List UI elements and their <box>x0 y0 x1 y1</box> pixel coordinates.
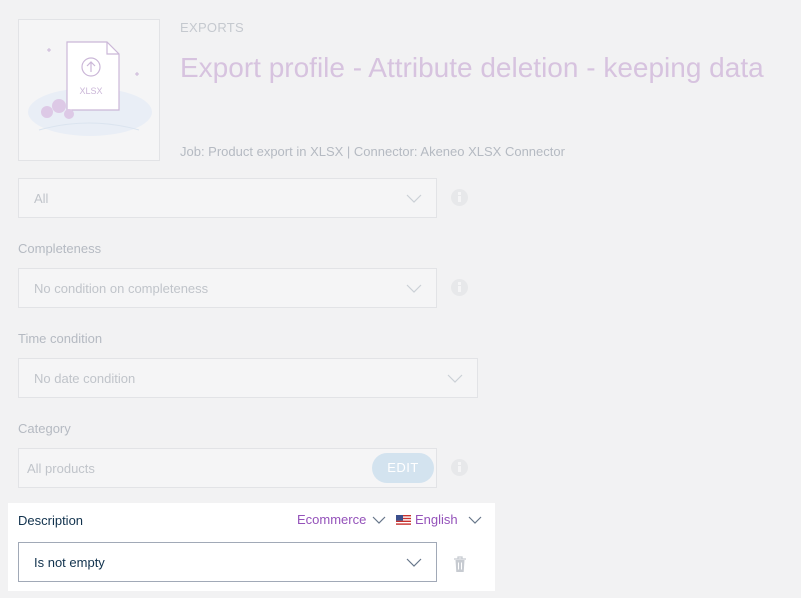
locale-value: English <box>415 512 458 527</box>
edit-category-button[interactable]: EDIT <box>372 453 434 483</box>
category-label: Category <box>18 421 71 436</box>
export-illustration: XLSX <box>18 19 160 161</box>
scope-value: Ecommerce <box>297 512 367 527</box>
chevron-down-icon <box>406 194 422 203</box>
trash-icon[interactable] <box>452 555 468 573</box>
operator-select-value: Is not empty <box>34 555 105 570</box>
operator-select[interactable]: Is not empty <box>18 542 437 582</box>
time-condition-select-value: No date condition <box>34 371 136 386</box>
chevron-down-icon <box>468 516 482 524</box>
locale-switcher[interactable]: English <box>396 512 482 527</box>
chevron-down-icon <box>372 516 386 524</box>
completeness-label: Completeness <box>18 241 102 256</box>
job-connector-info: Job: Product export in XLSX | Connector:… <box>180 144 565 159</box>
illustration-label: XLSX <box>79 86 102 96</box>
page-title: Export profile - Attribute deletion - ke… <box>180 52 764 83</box>
completeness-select[interactable]: No condition on completeness <box>18 268 437 308</box>
description-filter-label: Description <box>18 513 84 528</box>
xlsx-file-illustration-icon: XLSX <box>28 41 152 136</box>
chevron-down-icon <box>447 374 463 383</box>
info-icon <box>451 189 468 206</box>
chevron-down-icon <box>406 558 422 567</box>
status-select-value: All <box>34 191 49 206</box>
scope-switcher[interactable]: Ecommerce <box>297 512 386 527</box>
export-profile-page: XLSX EXPORTS Export profile - Attribute … <box>0 0 801 598</box>
info-icon <box>451 459 468 476</box>
time-condition-select[interactable]: No date condition <box>18 358 478 398</box>
chevron-down-icon <box>406 284 422 293</box>
category-value: All products <box>27 461 95 476</box>
info-icon <box>451 279 468 296</box>
category-field: All products EDIT <box>18 448 437 488</box>
completeness-select-value: No condition on completeness <box>34 281 209 296</box>
status-select[interactable]: All <box>18 178 437 218</box>
description-filter: Description Ecommerce English Is not emp… <box>8 503 495 591</box>
breadcrumb[interactable]: EXPORTS <box>180 20 244 35</box>
time-condition-label: Time condition <box>18 331 103 346</box>
us-flag-icon <box>396 514 411 525</box>
